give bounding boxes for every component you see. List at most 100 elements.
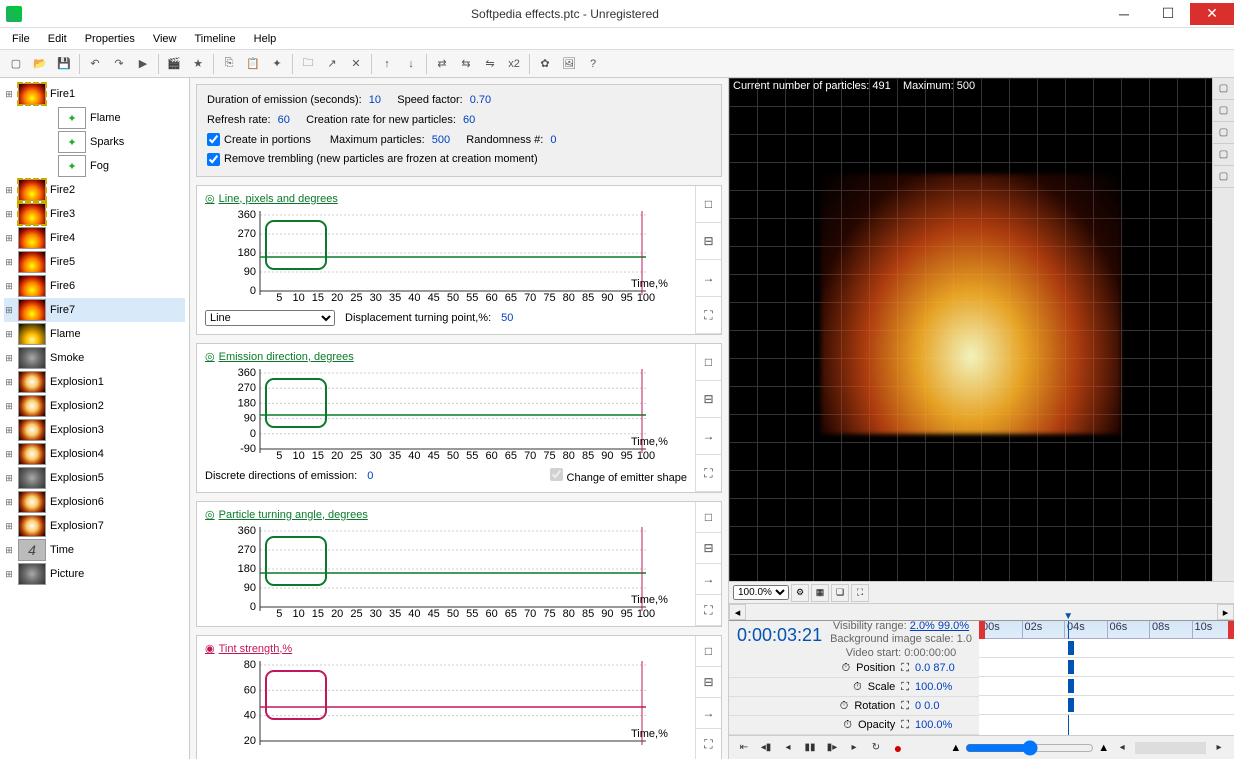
- graph-canvas[interactable]: 3602701809005101520253035404550556065707…: [205, 523, 687, 619]
- down-button[interactable]: ↓: [400, 53, 422, 75]
- timeline-ruler[interactable]: 00s02s04s06s08s10s: [979, 621, 1234, 639]
- graph-side-btn-3[interactable]: ⛶: [696, 729, 721, 759]
- graph-canvas[interactable]: 3602701809005101520253035404550556065707…: [205, 207, 687, 303]
- graph-side-btn-0[interactable]: □: [696, 344, 721, 381]
- footer-value[interactable]: 50: [501, 312, 513, 324]
- timeline-row-rotation[interactable]: ⏱Rotation⛶0 0.0: [729, 697, 979, 716]
- home-button[interactable]: ▢: [1213, 78, 1234, 100]
- step-back-button[interactable]: ◂▮: [757, 739, 775, 757]
- tree-item-flame[interactable]: ✦Flame: [44, 106, 185, 130]
- timeline-track[interactable]: [979, 658, 1234, 677]
- expand-icon[interactable]: ⛶: [901, 719, 909, 732]
- step-fwd-button[interactable]: ▮▸: [823, 739, 841, 757]
- tree-item-explosion2[interactable]: ⊞Explosion2: [4, 394, 185, 418]
- shape-select[interactable]: Line: [205, 310, 335, 326]
- director-button[interactable]: 🎬: [163, 53, 185, 75]
- expander-icon[interactable]: ⊞: [4, 377, 14, 388]
- graph-side-btn-3[interactable]: ⛶: [696, 595, 721, 626]
- graph-side-btn-1[interactable]: ⊟: [696, 381, 721, 418]
- loop-button[interactable]: ↻: [867, 739, 885, 757]
- link1-button[interactable]: ⇄: [431, 53, 453, 75]
- open-button[interactable]: 📂: [29, 53, 51, 75]
- graph-title[interactable]: ◉Tint strength,%: [205, 640, 687, 657]
- tree-item-fire1[interactable]: ⊞Fire1: [4, 82, 185, 106]
- graph-title[interactable]: ◎Line, pixels and degrees: [205, 190, 687, 207]
- expander-icon[interactable]: ⊞: [4, 305, 14, 316]
- save-button[interactable]: 💾: [53, 53, 75, 75]
- help-button[interactable]: ?: [582, 53, 604, 75]
- current-time[interactable]: 0:00:03:21: [729, 621, 830, 659]
- tree-item-fire3[interactable]: ⊞Fire3: [4, 202, 185, 226]
- graph-canvas[interactable]: 80604020Time,%: [205, 657, 687, 753]
- expander-icon[interactable]: ⊞: [4, 545, 14, 556]
- folder-button[interactable]: 🗀: [297, 53, 319, 75]
- row-value[interactable]: 100.0%: [915, 681, 973, 693]
- scroll-right-button[interactable]: ▸: [1217, 604, 1234, 620]
- tool-btn-1[interactable]: ⚙: [791, 584, 809, 602]
- goto-start-button[interactable]: ⇤: [735, 739, 753, 757]
- menu-edit[interactable]: Edit: [40, 30, 75, 48]
- tree-item-explosion1[interactable]: ⊞Explosion1: [4, 370, 185, 394]
- frame-button[interactable]: ▢: [1213, 166, 1234, 188]
- image-button[interactable]: 🖼: [558, 53, 580, 75]
- scroll-left-button[interactable]: ◂: [729, 604, 746, 620]
- remove-trembling-checkbox[interactable]: [207, 153, 220, 166]
- graph-title[interactable]: ◎Emission direction, degrees: [205, 348, 687, 365]
- graph-side-btn-3[interactable]: ⛶: [696, 297, 721, 334]
- menu-file[interactable]: File: [4, 30, 38, 48]
- preview-canvas[interactable]: Current number of particles: 491 Maximum…: [729, 78, 1212, 581]
- pause-button[interactable]: ▮▮: [801, 739, 819, 757]
- rand-value[interactable]: 0: [550, 134, 556, 146]
- paste-button[interactable]: 📋: [242, 53, 264, 75]
- record-button[interactable]: ●: [889, 739, 907, 757]
- layout-button[interactable]: ▢: [1213, 122, 1234, 144]
- menu-view[interactable]: View: [145, 30, 185, 48]
- graph-side-btn-0[interactable]: □: [696, 502, 721, 533]
- timeline-track[interactable]: [979, 677, 1234, 696]
- copy-button[interactable]: ⎘: [218, 53, 240, 75]
- expander-icon[interactable]: ⊞: [4, 257, 14, 268]
- expand-icon[interactable]: ⛶: [901, 662, 909, 675]
- tree-item-explosion3[interactable]: ⊞Explosion3: [4, 418, 185, 442]
- speed-value[interactable]: 0.70: [470, 94, 491, 106]
- tool-btn-2[interactable]: ▦: [811, 584, 829, 602]
- leaf-button[interactable]: ✿: [534, 53, 556, 75]
- tree-item-fire7[interactable]: ⊞Fire7: [4, 298, 185, 322]
- expander-icon[interactable]: ⊞: [4, 521, 14, 532]
- stopwatch-icon[interactable]: ⏱: [843, 719, 852, 732]
- graph-side-btn-2[interactable]: →: [696, 564, 721, 595]
- range-end-handle[interactable]: [1228, 621, 1234, 639]
- menu-properties[interactable]: Properties: [77, 30, 143, 48]
- preview-hscroll[interactable]: ◂ ▸: [729, 603, 1234, 620]
- graph-side-btn-0[interactable]: □: [696, 186, 721, 223]
- export-button[interactable]: ↗: [321, 53, 343, 75]
- link3-button[interactable]: ⇋: [479, 53, 501, 75]
- keyframe[interactable]: [1071, 641, 1074, 655]
- creation-value[interactable]: 60: [463, 114, 475, 126]
- maxp-value[interactable]: 500: [432, 134, 450, 146]
- expand-icon[interactable]: ⛶: [901, 681, 909, 694]
- graph-side-btn-1[interactable]: ⊟: [696, 533, 721, 564]
- tool-btn-4[interactable]: ⛶: [851, 584, 869, 602]
- tree-item-time[interactable]: ⊞4Time: [4, 538, 185, 562]
- tree-item-explosion6[interactable]: ⊞Explosion6: [4, 490, 185, 514]
- tree-item-fire6[interactable]: ⊞Fire6: [4, 274, 185, 298]
- timeline-row-scale[interactable]: ⏱Scale⛶100.0%: [729, 678, 979, 697]
- keyframe[interactable]: [1071, 660, 1074, 674]
- star2-button[interactable]: ✦: [266, 53, 288, 75]
- expander-icon[interactable]: ⊞: [4, 329, 14, 340]
- menu-timeline[interactable]: Timeline: [187, 30, 244, 48]
- expander-icon[interactable]: ⊞: [4, 353, 14, 364]
- stopwatch-icon[interactable]: ⏱: [840, 700, 849, 713]
- zoom-select[interactable]: 100.0%: [733, 585, 789, 600]
- timeline-scroll-right[interactable]: ▸: [1210, 739, 1228, 757]
- timeline-track[interactable]: [979, 696, 1234, 715]
- tree-item-sparks[interactable]: ✦Sparks: [44, 130, 185, 154]
- graph-side-btn-1[interactable]: ⊟: [696, 667, 721, 698]
- menu-help[interactable]: Help: [246, 30, 285, 48]
- keyframe[interactable]: [1071, 679, 1074, 693]
- maximize-button[interactable]: ☐: [1146, 3, 1190, 25]
- graph-side-btn-2[interactable]: →: [696, 698, 721, 729]
- close-button[interactable]: ✕: [1190, 3, 1234, 25]
- row-value[interactable]: 0.0 87.0: [915, 662, 973, 674]
